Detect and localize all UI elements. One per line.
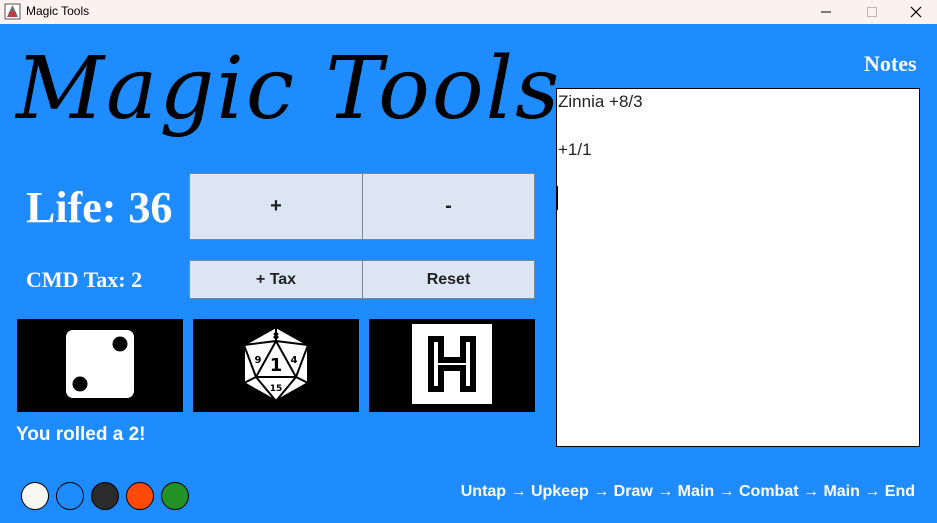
close-icon (910, 3, 922, 22)
die-face-two-icon (65, 329, 135, 403)
reset-tax-button[interactable]: Reset (362, 260, 535, 299)
heads-coin-icon (412, 323, 492, 408)
mana-blue-button[interactable] (56, 482, 84, 510)
notes-label: Notes (864, 51, 917, 76)
d20-face-9: 9 (255, 355, 262, 366)
life-label-text: Life: (26, 183, 117, 232)
life-increment-button[interactable]: + (189, 173, 363, 240)
mana-white-button[interactable] (21, 482, 49, 510)
d20-face-4: 4 (291, 355, 298, 366)
mana-black-button[interactable] (91, 482, 119, 510)
app-icon (4, 3, 21, 20)
window-title: Magic Tools (26, 4, 90, 18)
maximize-icon (866, 3, 878, 22)
maximize-button[interactable] (849, 0, 895, 24)
d20-face-15: 15 (270, 384, 283, 394)
cmd-tax-value: 2 (131, 267, 143, 292)
cmd-tax-label: CMD Tax: 2 (26, 266, 142, 294)
close-button[interactable] (893, 0, 937, 24)
app-window: Magic Tools Magic Tools Life: 36 + - CMD … (0, 0, 937, 523)
d20-face-1: 1 (270, 355, 283, 376)
notes-textarea[interactable]: Zinnia +8/3 +1/1 (556, 88, 920, 447)
minimize-button[interactable] (803, 0, 849, 24)
life-label: Life: 36 (26, 180, 172, 236)
roll-d6-button[interactable] (17, 319, 183, 412)
coin-flip-button[interactable] (369, 319, 535, 412)
app-heading: Magic Tools (16, 39, 562, 139)
text-caret (557, 186, 558, 210)
add-tax-button[interactable]: + Tax (189, 260, 363, 299)
mana-red-button[interactable] (126, 482, 154, 510)
roll-result-text: You rolled a 2! (16, 424, 146, 445)
mana-green-button[interactable] (161, 482, 189, 510)
d20-face-8: 8 (273, 332, 279, 342)
d20-icon: 8 9 1 4 15 (241, 325, 311, 407)
cmd-tax-label-text: CMD Tax: (26, 267, 126, 292)
life-value: 36 (128, 183, 173, 232)
title-bar: Magic Tools (0, 0, 937, 24)
minimize-icon (820, 3, 832, 22)
life-decrement-button[interactable]: - (362, 173, 535, 240)
turn-phases-text: Untap → Upkeep → Draw → Main → Combat → … (460, 483, 915, 500)
roll-d20-button[interactable]: 8 9 1 4 15 (193, 319, 359, 412)
